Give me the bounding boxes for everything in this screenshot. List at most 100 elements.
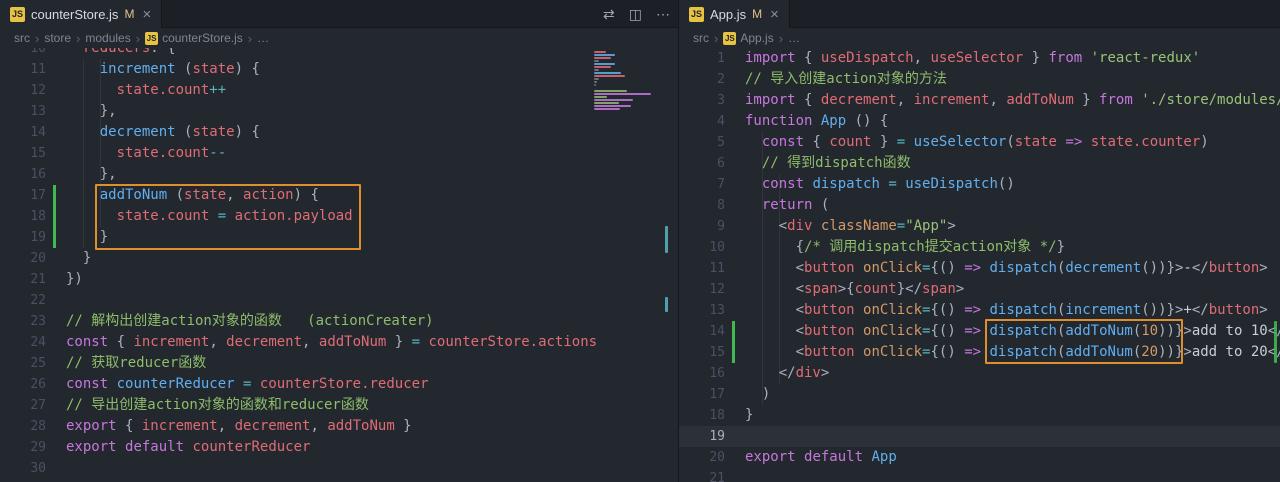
breadcrumb-item[interactable]: src: [693, 31, 709, 45]
close-tab-icon[interactable]: ×: [770, 7, 779, 22]
line-number: 3: [679, 90, 725, 111]
code-line[interactable]: 10 {/* 调用dispatch提交action对象 */}: [679, 237, 1280, 258]
code-editor-counterstore[interactable]: 10 reducers: {11 increment (state) {12 s…: [0, 48, 678, 479]
code-line[interactable]: 8 return (: [679, 195, 1280, 216]
minimap[interactable]: [592, 50, 662, 113]
code-line[interactable]: 25// 获取reducer函数: [0, 353, 678, 374]
code-line[interactable]: 29export default counterReducer: [0, 437, 678, 458]
line-number: 12: [679, 279, 725, 300]
code-line[interactable]: 14 <button onClick={() => dispatch(addTo…: [679, 321, 1280, 342]
breadcrumb-item[interactable]: …: [257, 31, 269, 45]
breadcrumb-item[interactable]: JScounterStore.js: [145, 31, 243, 45]
code-line[interactable]: 22: [0, 290, 678, 311]
breadcrumb-item[interactable]: src: [14, 31, 30, 45]
open-changes-icon[interactable]: ⇄: [603, 7, 615, 21]
code-line[interactable]: 15 state.count--: [0, 143, 678, 164]
code-text: return (: [725, 195, 829, 216]
code-line[interactable]: 2// 导入创建action对象的方法: [679, 69, 1280, 90]
code-line[interactable]: 18}: [679, 405, 1280, 426]
code-text: export default counterReducer: [46, 437, 310, 458]
code-line[interactable]: 9 <div className="App">: [679, 216, 1280, 237]
code-line[interactable]: 21}): [0, 269, 678, 290]
editor-actions-left: ⇄ ◫ ⋯: [603, 0, 670, 28]
split-editor-icon[interactable]: ◫: [629, 7, 642, 21]
code-line[interactable]: 16 },: [0, 164, 678, 185]
code-text: [46, 458, 66, 479]
line-number: 7: [679, 174, 725, 195]
vscode-window: { "icons":{ "js_badge":"JS","close":"×",…: [0, 0, 1280, 482]
code-line[interactable]: 19: [679, 426, 1280, 447]
code-line[interactable]: 7 const dispatch = useDispatch(): [679, 174, 1280, 195]
code-line[interactable]: 18 state.count = action.payload: [0, 206, 678, 227]
tab-app-js[interactable]: JS App.js M ×: [679, 0, 790, 28]
line-number: 16: [0, 164, 46, 185]
overview-ruler-right: [1266, 48, 1280, 482]
code-text: import { useDispatch, useSelector } from…: [725, 48, 1200, 69]
code-line[interactable]: 1import { useDispatch, useSelector } fro…: [679, 48, 1280, 69]
editor-group-left: JS counterStore.js M × ⇄ ◫ ⋯ src›store›m…: [0, 0, 678, 482]
breadcrumb-item[interactable]: modules: [85, 31, 130, 45]
code-line[interactable]: 20export default App: [679, 447, 1280, 468]
breadcrumb-item[interactable]: …: [788, 31, 800, 45]
code-line[interactable]: 24const { increment, decrement, addToNum…: [0, 332, 678, 353]
code-area-left: 10 reducers: {11 increment (state) {12 s…: [0, 48, 678, 482]
line-number: 5: [679, 132, 725, 153]
code-line[interactable]: 30: [0, 458, 678, 479]
js-file-icon: JS: [10, 7, 25, 22]
code-line[interactable]: 11 increment (state) {: [0, 59, 678, 80]
code-line[interactable]: 20 }: [0, 248, 678, 269]
js-file-icon: JS: [145, 32, 158, 45]
modified-badge: M: [752, 7, 762, 21]
code-line[interactable]: 13 },: [0, 101, 678, 122]
close-tab-icon[interactable]: ×: [142, 7, 151, 22]
code-line[interactable]: 19 }: [0, 227, 678, 248]
line-number: 19: [0, 227, 46, 248]
code-text: state.count++: [46, 80, 226, 101]
line-number: 24: [0, 332, 46, 353]
code-text: {/* 调用dispatch提交action对象 */}: [725, 237, 1065, 258]
line-number: 22: [0, 290, 46, 311]
code-line[interactable]: 28export { increment, decrement, addToNu…: [0, 416, 678, 437]
code-line[interactable]: 13 <button onClick={() => dispatch(incre…: [679, 300, 1280, 321]
line-number: 19: [679, 426, 725, 447]
code-line[interactable]: 17 addToNum (state, action) {: [0, 185, 678, 206]
code-text: },: [46, 164, 117, 185]
code-line[interactable]: 12 state.count++: [0, 80, 678, 101]
code-line[interactable]: 27// 导出创建action对象的函数和reducer函数: [0, 395, 678, 416]
breadcrumb-item[interactable]: JSApp.js: [723, 31, 773, 45]
code-line[interactable]: 23// 解构出创建action对象的函数 (actionCreater): [0, 311, 678, 332]
code-line[interactable]: 16 </div>: [679, 363, 1280, 384]
code-line[interactable]: 10 reducers: {: [0, 48, 678, 59]
code-text: <button onClick={() => dispatch(decremen…: [725, 258, 1268, 279]
code-text: <button onClick={() => dispatch(incremen…: [725, 300, 1268, 321]
line-number: 13: [0, 101, 46, 122]
code-line[interactable]: 26const counterReducer = counterStore.re…: [0, 374, 678, 395]
code-line[interactable]: 11 <button onClick={() => dispatch(decre…: [679, 258, 1280, 279]
code-editor-app[interactable]: 1import { useDispatch, useSelector } fro…: [679, 48, 1280, 482]
code-line[interactable]: 21: [679, 468, 1280, 482]
line-number: 17: [679, 384, 725, 405]
more-actions-icon[interactable]: ⋯: [656, 7, 670, 21]
code-text: // 得到dispatch函数: [725, 153, 911, 174]
code-line[interactable]: 3import { decrement, increment, addToNum…: [679, 90, 1280, 111]
line-number: 17: [0, 185, 46, 206]
code-line[interactable]: 4function App () {: [679, 111, 1280, 132]
line-number: 2: [679, 69, 725, 90]
code-text: }): [46, 269, 83, 290]
code-line[interactable]: 5 const { count } = useSelector(state =>…: [679, 132, 1280, 153]
line-number: 20: [679, 447, 725, 468]
tab-counterstore-js[interactable]: JS counterStore.js M ×: [0, 0, 162, 28]
code-line[interactable]: 12 <span>{count}</span>: [679, 279, 1280, 300]
code-line[interactable]: 14 decrement (state) {: [0, 122, 678, 143]
line-number: 10: [0, 48, 46, 59]
code-line[interactable]: 17 ): [679, 384, 1280, 405]
tab-bar-right: JS App.js M ×: [679, 0, 1280, 28]
code-text: <div className="App">: [725, 216, 956, 237]
line-number: 4: [679, 111, 725, 132]
code-line[interactable]: 6 // 得到dispatch函数: [679, 153, 1280, 174]
code-line[interactable]: 15 <button onClick={() => dispatch(addTo…: [679, 342, 1280, 363]
breadcrumb-item[interactable]: store: [44, 31, 71, 45]
code-text: },: [46, 101, 117, 122]
code-text: }: [46, 248, 91, 269]
code-text: }: [46, 227, 108, 248]
